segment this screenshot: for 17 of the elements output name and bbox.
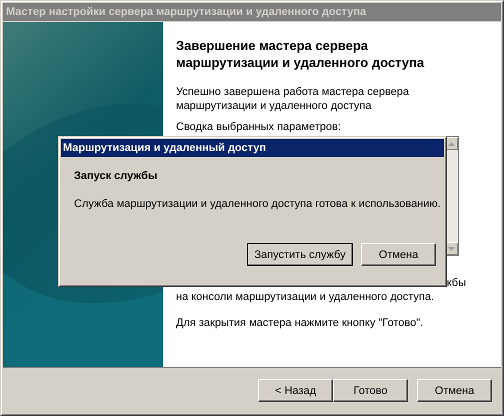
close-hint-text: Для закрытия мастера нажмите кнопку "Готово". [176,316,424,330]
dialog-heading: Запуск службы [74,169,158,183]
start-service-button[interactable]: Запустить службу [247,243,353,266]
back-button[interactable]: < Назад [258,379,333,402]
dialog-title: Маршрутизация и удаленный доступ [61,139,444,157]
summary-label: Сводка выбранных параметров: [176,120,342,134]
down-arrow-icon [448,246,455,250]
console-text: на консоли маршрутизации и удаленного доступа. [176,290,436,304]
window-title: Мастер настройки сервера маршрутизации и удаленного доступа [3,3,501,21]
up-arrow-icon [448,142,455,146]
partial-text: кбы [446,276,466,290]
finish-button[interactable]: Готово [333,379,408,402]
dialog-message: Служба маршрутизации и удаленного доступа готова к использованию. [74,197,442,211]
page-heading: Завершение мастера сервера маршрутизации и удаленного доступа [176,37,426,71]
intro-text: Успешно завершена работа мастера сервера маршрутизации и удаленного доступа [176,85,410,113]
cancel-button[interactable]: Отмена [417,379,492,402]
dialog-cancel-button[interactable]: Отмена [361,243,436,266]
